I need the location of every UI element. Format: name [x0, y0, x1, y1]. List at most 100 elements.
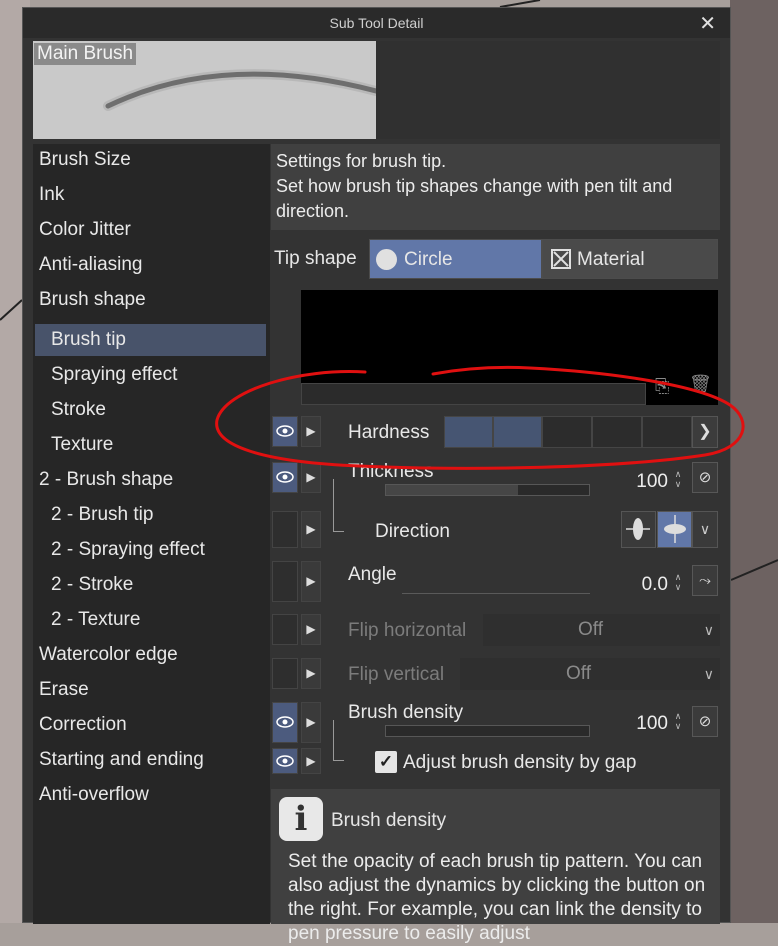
- angle-spinner[interactable]: ∧ ∨: [672, 572, 684, 592]
- sidebar-item-2-stroke[interactable]: 2 - Stroke: [33, 569, 284, 601]
- adjust-density-checkbox[interactable]: ✓: [375, 751, 397, 773]
- tip-material-bar: [301, 383, 646, 405]
- sidebar-item-erase[interactable]: Erase: [33, 674, 272, 706]
- tip-shape-label: Tip shape: [274, 248, 357, 269]
- description-text: Settings for brush tip. Set how brush ti…: [276, 151, 673, 221]
- sidebar-item-brush-size[interactable]: Brush Size: [33, 144, 272, 176]
- brush-preview: Main Brush: [33, 41, 376, 139]
- flip-vertical-dropdown[interactable]: Off ∨: [460, 658, 720, 690]
- thickness-value[interactable]: 100: [618, 471, 668, 493]
- preview-label: Main Brush: [34, 43, 137, 65]
- thickness-dynamics-button[interactable]: ⊘: [692, 462, 718, 493]
- angle-label: Angle: [348, 564, 397, 585]
- angle-slider[interactable]: [402, 593, 590, 594]
- sidebar-item-2-texture[interactable]: 2 - Texture: [33, 604, 284, 636]
- tip-material-view: ⎘ 🗑︎: [301, 290, 718, 405]
- brush-density-value[interactable]: 100: [618, 713, 668, 735]
- sidebar-item-spraying-effect[interactable]: Spraying effect: [33, 359, 284, 391]
- window-title: Sub Tool Detail: [329, 15, 424, 31]
- sidebar-item-2-brush-tip[interactable]: 2 - Brush tip: [33, 499, 284, 531]
- flip-horizontal-label: Flip horizontal: [348, 620, 467, 641]
- sidebar-item-stroke[interactable]: Stroke: [33, 394, 284, 426]
- adjust-density-label: Adjust brush density by gap: [403, 752, 637, 773]
- brush-density-eye-toggle[interactable]: [272, 702, 298, 743]
- tip-shape-material-label: Material: [577, 249, 645, 270]
- eye-icon: [276, 471, 294, 483]
- add-material-icon[interactable]: ⎘: [655, 376, 669, 397]
- flip-vertical-label: Flip vertical: [348, 664, 445, 685]
- hardness-level-2[interactable]: [493, 416, 542, 448]
- direction-mode-1-button[interactable]: [621, 511, 656, 548]
- hardness-next-button[interactable]: ❯: [692, 416, 718, 448]
- sidebar-item-correction[interactable]: Correction: [33, 709, 272, 741]
- brush-density-slider[interactable]: [385, 725, 590, 737]
- sidebar-item-2-spraying-effect[interactable]: 2 - Spraying effect: [33, 534, 284, 566]
- flip-vertical-eye-toggle[interactable]: [272, 658, 298, 689]
- sidebar-item-starting-and-ending[interactable]: Starting and ending: [33, 744, 272, 776]
- info-box: i Brush density Set the opacity of each …: [271, 789, 720, 944]
- sidebar-item-anti-aliasing[interactable]: Anti-aliasing: [33, 249, 272, 281]
- sidebar-item-color-jitter[interactable]: Color Jitter: [33, 214, 272, 246]
- direction-eye-toggle[interactable]: [272, 511, 298, 548]
- flip-horizontal-value: Off: [578, 619, 603, 640]
- sidebar-item-anti-overflow[interactable]: Anti-overflow: [33, 779, 272, 811]
- flip-horizontal-expand-arrow[interactable]: ▶: [301, 614, 321, 645]
- brush-density-dynamics-button[interactable]: ⊘: [692, 706, 718, 737]
- thickness-slider-fill: [386, 485, 518, 495]
- hardness-level-1[interactable]: [444, 416, 493, 448]
- angle-value[interactable]: 0.0: [618, 574, 668, 596]
- flip-vertical-value: Off: [566, 663, 591, 684]
- direction-dropdown-chevron-icon[interactable]: ∨: [692, 511, 718, 548]
- circle-icon: [376, 249, 397, 270]
- titlebar: Sub Tool Detail ✕: [23, 8, 730, 38]
- hardness-expand-arrow[interactable]: ▶: [301, 416, 321, 447]
- thickness-slider[interactable]: [385, 484, 590, 496]
- chevron-down-icon: ∨: [703, 666, 714, 682]
- adjust-density-eye-toggle[interactable]: [272, 748, 298, 774]
- angle-eye-toggle[interactable]: [272, 561, 298, 602]
- sidebar-item-watercolor-edge[interactable]: Watercolor edge: [33, 639, 272, 671]
- sidebar-item-brush-shape[interactable]: Brush shape: [33, 284, 272, 316]
- hardness-level-3[interactable]: [542, 416, 592, 448]
- flip-horizontal-eye-toggle[interactable]: [272, 614, 298, 645]
- trash-icon[interactable]: 🗑︎: [689, 374, 712, 395]
- info-body: Set the opacity of each brush tip patter…: [288, 851, 706, 944]
- preview-empty-area: [376, 41, 720, 139]
- flip-horizontal-dropdown[interactable]: Off ∨: [483, 614, 720, 646]
- tip-shape-material-button[interactable]: Material: [542, 239, 718, 279]
- tip-shape-circle-button[interactable]: Circle: [369, 239, 542, 279]
- flip-vertical-expand-arrow[interactable]: ▶: [301, 658, 321, 689]
- direction-label: Direction: [375, 521, 450, 542]
- chevron-down-icon: ∨: [703, 622, 714, 638]
- hardness-level-4[interactable]: [592, 416, 642, 448]
- direction-mode-2-button[interactable]: [657, 511, 692, 548]
- thickness-spinner[interactable]: ∧ ∨: [672, 469, 684, 489]
- tree-connector: [333, 479, 344, 532]
- sidebar-item-ink[interactable]: Ink: [33, 179, 272, 211]
- material-icon: [551, 249, 571, 269]
- sidebar-item-brush-tip[interactable]: Brush tip: [35, 324, 266, 356]
- tree-connector: [333, 720, 344, 761]
- eye-icon: [276, 425, 294, 437]
- direction-expand-arrow[interactable]: ▶: [301, 511, 321, 548]
- category-sidebar: Brush Size Ink Color Jitter Anti-aliasin…: [33, 144, 270, 924]
- angle-dynamics-button[interactable]: ⤳: [692, 565, 718, 596]
- close-icon[interactable]: ✕: [699, 11, 716, 36]
- thickness-expand-arrow[interactable]: ▶: [301, 462, 321, 493]
- hardness-eye-toggle[interactable]: [272, 416, 298, 447]
- hardness-label: Hardness: [348, 422, 430, 443]
- sub-tool-detail-dialog: Sub Tool Detail ✕ Main Brush Brush Size …: [22, 7, 731, 944]
- sidebar-item-2-brush-shape[interactable]: 2 - Brush shape: [33, 464, 272, 496]
- brush-density-spinner[interactable]: ∧ ∨: [672, 711, 684, 731]
- thickness-eye-toggle[interactable]: [272, 462, 298, 493]
- adjust-density-expand-arrow[interactable]: ▶: [301, 748, 321, 774]
- direction-horizontal-icon: [664, 515, 686, 543]
- brush-density-label: Brush density: [348, 702, 464, 723]
- sidebar-item-texture[interactable]: Texture: [33, 429, 284, 461]
- hardness-level-5[interactable]: [642, 416, 692, 448]
- eye-icon: [276, 755, 294, 767]
- angle-expand-arrow[interactable]: ▶: [301, 561, 321, 602]
- thickness-label: Thickness: [348, 461, 434, 482]
- brush-density-expand-arrow[interactable]: ▶: [301, 702, 321, 743]
- direction-vertical-icon: [626, 518, 650, 540]
